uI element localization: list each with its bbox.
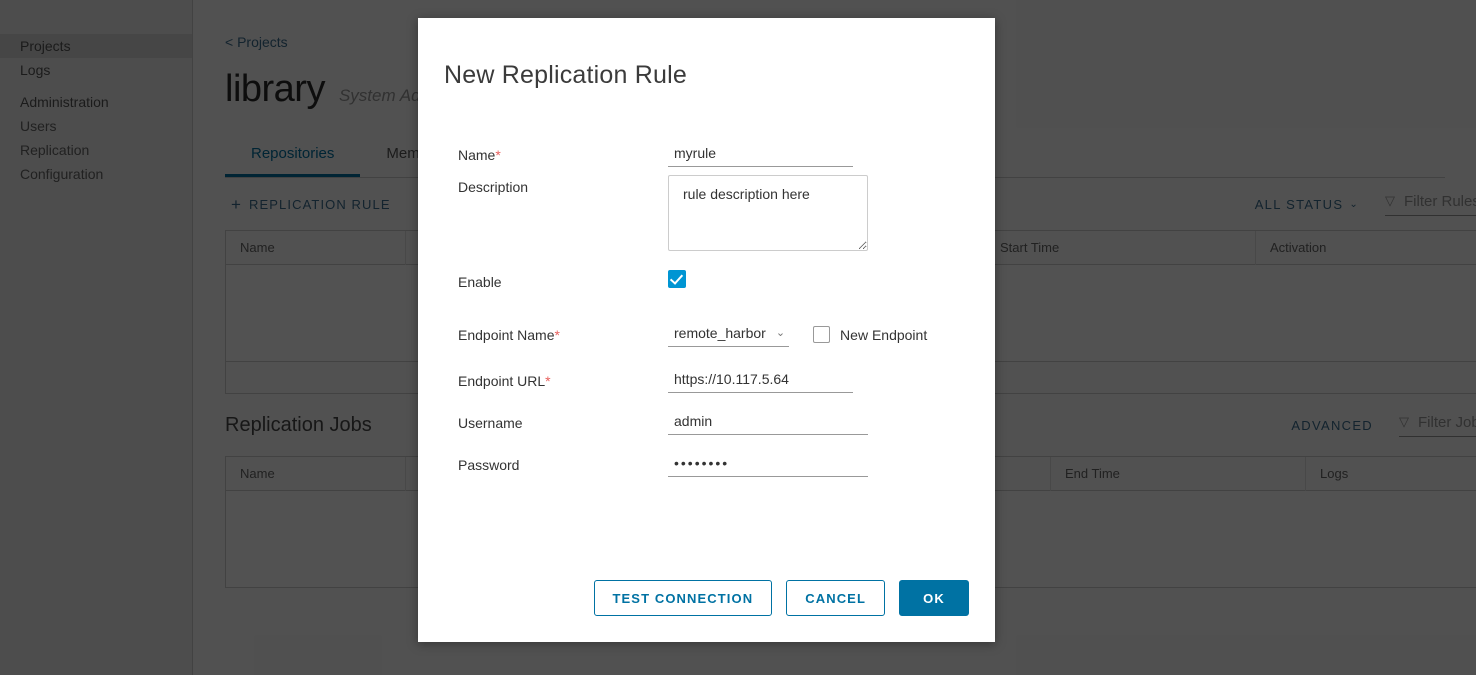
new-endpoint-label: New Endpoint [840, 326, 928, 343]
endpoint-name-control: remote_harbor ⌄ New Endpoint [668, 323, 969, 347]
field-row-description: Description [458, 174, 969, 256]
required-marker: * [545, 372, 551, 389]
endpoint-name-value: remote_harbor [674, 324, 766, 341]
description-label: Description [458, 178, 529, 195]
chevron-down-icon: ⌄ [775, 327, 786, 339]
name-input[interactable] [668, 142, 853, 167]
cancel-button[interactable]: CANCEL [786, 580, 885, 616]
test-connection-button[interactable]: TEST CONNECTION [593, 580, 773, 616]
password-input[interactable] [668, 452, 868, 477]
password-control [668, 452, 969, 477]
dialog-body: Name* Description Enable [418, 107, 995, 581]
endpoint-url-label-text: Endpoint URL [458, 372, 546, 389]
field-row-endpoint-url: Endpoint URL* [458, 368, 969, 393]
field-row-password: Password [458, 452, 969, 477]
endpoint-url-input[interactable] [668, 368, 853, 393]
username-control [668, 410, 969, 435]
field-row-endpoint-name: Endpoint Name* remote_harbor ⌄ New Endpo… [458, 323, 969, 347]
name-label-text: Name [458, 146, 496, 163]
dialog-title: New Replication Rule [444, 60, 688, 89]
enable-control [668, 269, 969, 293]
ok-button[interactable]: OK [899, 580, 969, 616]
endpoint-url-control [668, 368, 969, 393]
enable-checkbox[interactable] [668, 269, 686, 288]
description-textarea[interactable] [668, 174, 868, 251]
field-row-enable: Enable [458, 269, 969, 293]
endpoint-name-label-text: Endpoint Name [458, 326, 555, 343]
username-label: Username [458, 414, 523, 431]
name-control [668, 142, 969, 167]
endpoint-url-label: Endpoint URL* [458, 369, 668, 389]
new-replication-rule-dialog: New Replication Rule Name* Description E… [418, 18, 995, 642]
field-row-name: Name* [458, 142, 969, 167]
dialog-footer: TEST CONNECTION CANCEL OK [418, 580, 995, 642]
app-backdrop: Projects Logs Administration Users Repli… [0, 0, 1476, 675]
new-endpoint-checkbox-row[interactable]: New Endpoint [813, 326, 927, 343]
endpoint-name-select[interactable]: remote_harbor ⌄ [668, 323, 790, 347]
field-row-username: Username [458, 410, 969, 435]
new-endpoint-checkbox[interactable] [813, 326, 831, 343]
username-input[interactable] [668, 410, 868, 435]
endpoint-name-label: Endpoint Name* [458, 323, 668, 343]
enable-label: Enable [458, 273, 502, 290]
description-control [668, 174, 969, 256]
password-label: Password [458, 456, 520, 473]
name-label: Name* [458, 143, 668, 163]
required-marker: * [554, 326, 560, 343]
required-marker: * [495, 146, 501, 163]
